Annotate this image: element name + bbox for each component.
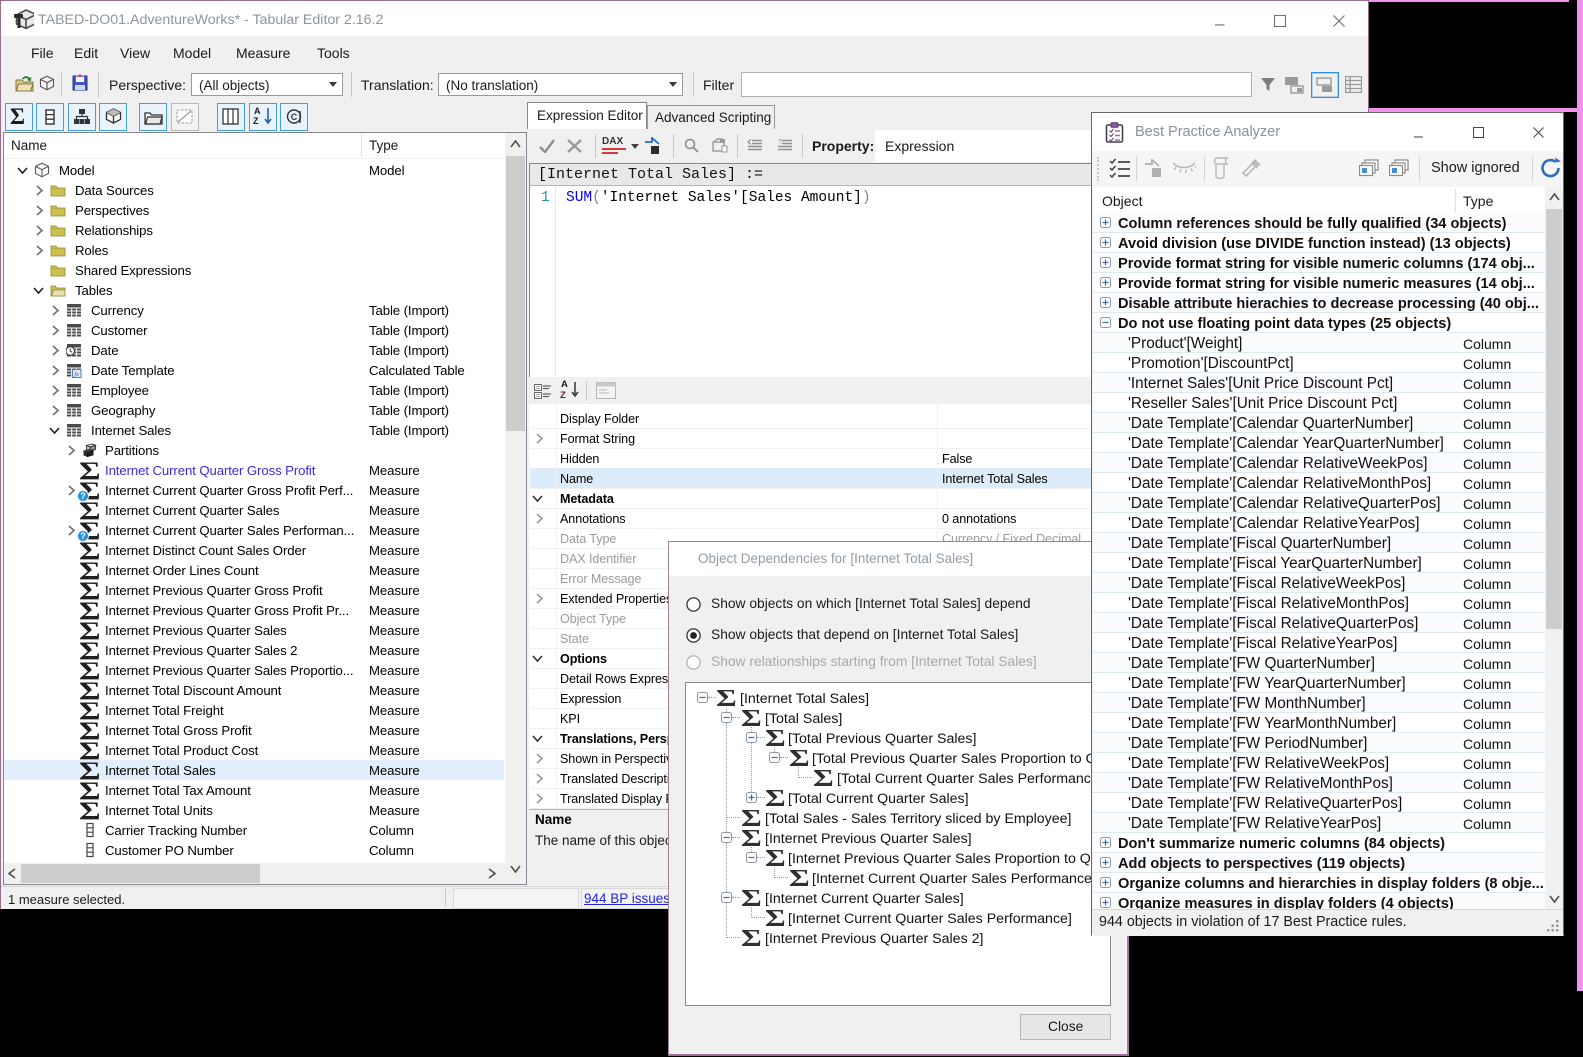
svg-text:?: ? bbox=[778, 139, 782, 146]
svg-text:fx: fx bbox=[74, 371, 79, 378]
svg-text:C: C bbox=[291, 112, 298, 122]
